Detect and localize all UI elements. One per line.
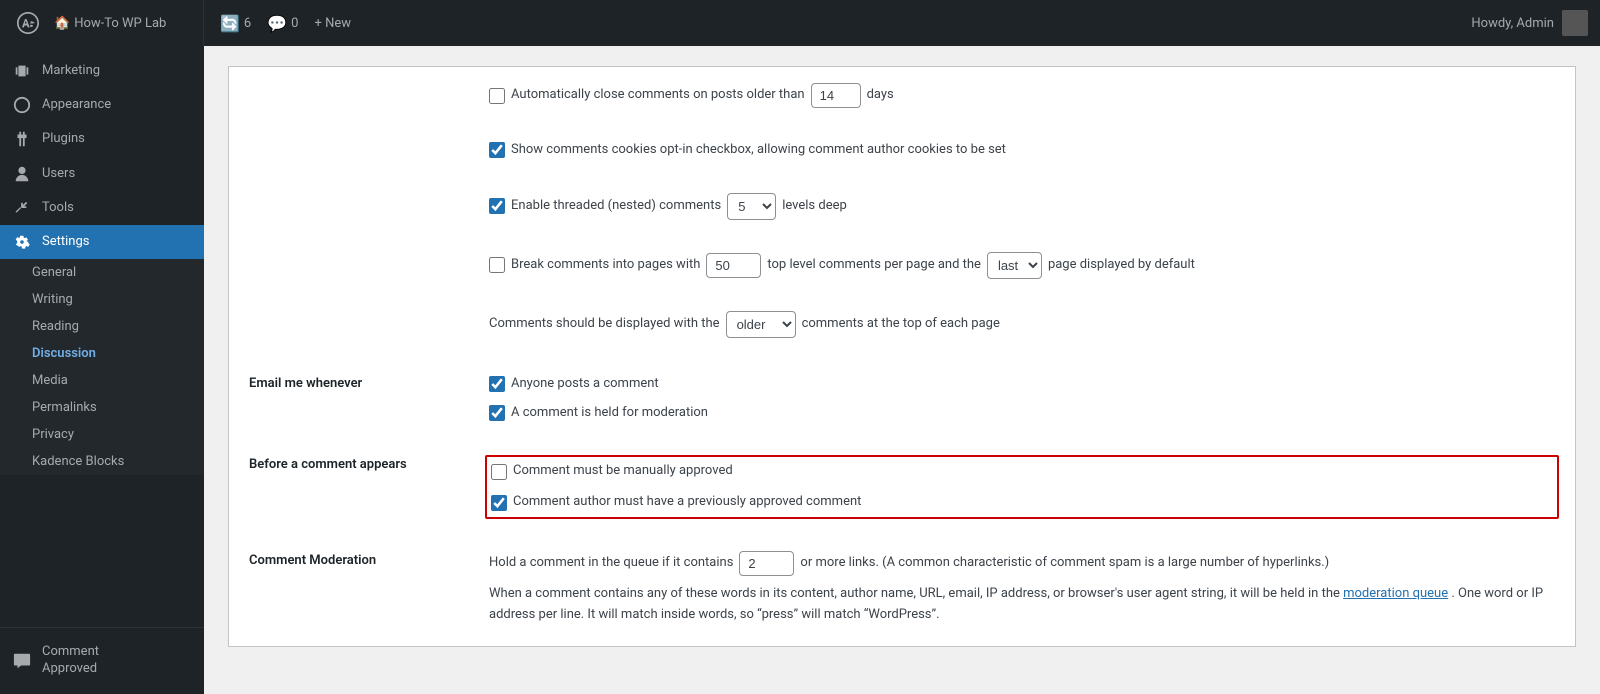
submenu-item-kadence-blocks[interactable]: Kadence Blocks xyxy=(0,448,204,475)
sidebar: Marketing Appearance Plugins Users xyxy=(0,46,204,694)
held-moderation-checkbox[interactable] xyxy=(489,405,505,421)
cookies-label xyxy=(249,140,469,142)
break-pages-content: Break comments into pages with top level… xyxy=(489,252,1555,279)
submenu-item-discussion[interactable]: Discussion xyxy=(0,340,204,367)
sidebar-item-settings[interactable]: Settings xyxy=(0,225,204,259)
before-comment-highlighted: Comment must be manually approved Commen… xyxy=(485,455,1559,519)
updates-icon: 🔄 xyxy=(220,14,240,33)
email-label: Email me whenever xyxy=(249,374,469,391)
admin-avatar[interactable] xyxy=(1562,10,1588,36)
cookies-row: Show comments cookies opt-in checkbox, a… xyxy=(228,124,1576,177)
tools-icon xyxy=(12,199,32,217)
moderation-row: Comment Moderation Hold a comment in the… xyxy=(228,531,1576,647)
submenu-item-media[interactable]: Media xyxy=(0,367,204,394)
break-pages-count-input[interactable] xyxy=(706,253,761,278)
break-pages-row: Break comments into pages with top level… xyxy=(228,236,1576,295)
cookies-content: Show comments cookies opt-in checkbox, a… xyxy=(489,140,1555,161)
sidebar-item-tools[interactable]: Tools xyxy=(0,191,204,225)
megaphone-icon xyxy=(12,62,32,80)
sidebar-item-plugins[interactable]: Plugins xyxy=(0,122,204,156)
auto-close-content: Automatically close comments on posts ol… xyxy=(489,83,1555,108)
settings-icon xyxy=(12,233,32,251)
before-comment-row: Before a comment appears Comment must be… xyxy=(228,443,1576,531)
comment-approved-icon xyxy=(12,652,32,670)
auto-close-row: Automatically close comments on posts ol… xyxy=(228,66,1576,124)
display-order-label xyxy=(249,311,469,313)
comments-link[interactable]: 💬 0 xyxy=(267,14,298,33)
submenu-item-reading[interactable]: Reading xyxy=(0,313,204,340)
submenu-item-permalinks[interactable]: Permalinks xyxy=(0,394,204,421)
site-name-link[interactable]: 🏠 How-To WP Lab xyxy=(54,16,166,31)
email-content: Anyone posts a comment A comment is held… xyxy=(489,374,1555,424)
threaded-content: Enable threaded (nested) comments 12345 … xyxy=(489,193,1555,220)
sidebar-item-users[interactable]: Users xyxy=(0,157,204,191)
previously-approved-checkbox[interactable] xyxy=(491,495,507,511)
submenu-item-privacy[interactable]: Privacy xyxy=(0,421,204,448)
main-content: Automatically close comments on posts ol… xyxy=(204,46,1600,694)
sidebar-item-comment-approved[interactable]: CommentApproved xyxy=(0,636,204,686)
auto-close-days-input[interactable] xyxy=(811,83,861,108)
moderation-queue-link[interactable]: moderation queue xyxy=(1343,586,1448,601)
break-pages-order-select[interactable]: firstlast xyxy=(987,252,1042,279)
admin-bar-right: Howdy, Admin xyxy=(1459,0,1600,46)
break-pages-checkbox[interactable] xyxy=(489,257,505,273)
email-row: Email me whenever Anyone posts a comment… xyxy=(228,354,1576,444)
plugins-icon xyxy=(12,130,32,148)
home-icon: 🏠 xyxy=(54,16,70,31)
howdy-text: Howdy, Admin xyxy=(1471,16,1554,31)
users-icon xyxy=(12,165,32,183)
comments-icon: 💬 xyxy=(267,14,287,33)
submenu-item-writing[interactable]: Writing xyxy=(0,286,204,313)
before-comment-content: Comment must be manually approved Commen… xyxy=(489,455,1555,519)
before-comment-label: Before a comment appears xyxy=(249,455,469,472)
threaded-depth-select[interactable]: 12345 678910 xyxy=(727,193,776,220)
threaded-row: Enable threaded (nested) comments 12345 … xyxy=(228,177,1576,236)
sidebar-nav: Marketing Appearance Plugins Users xyxy=(0,46,204,627)
auto-close-label xyxy=(249,83,469,85)
wp-logo[interactable] xyxy=(12,7,44,39)
threaded-label xyxy=(249,193,469,195)
sidebar-item-appearance[interactable]: Appearance xyxy=(0,88,204,122)
break-pages-label xyxy=(249,252,469,254)
cookies-checkbox[interactable] xyxy=(489,142,505,158)
admin-bar: 🏠 How-To WP Lab 🔄 6 💬 0 + New Howdy, Adm… xyxy=(0,0,1600,46)
new-content-link[interactable]: + New xyxy=(314,16,351,31)
sidebar-item-marketing[interactable]: Marketing xyxy=(0,54,204,88)
admin-bar-center: 🔄 6 💬 0 + New xyxy=(204,14,1600,33)
display-order-content: Comments should be displayed with the ne… xyxy=(489,311,1555,338)
submenu-item-general[interactable]: General xyxy=(0,259,204,286)
moderation-label: Comment Moderation xyxy=(249,551,469,568)
anyone-posts-checkbox[interactable] xyxy=(489,376,505,392)
appearance-icon xyxy=(12,96,32,114)
threaded-checkbox[interactable] xyxy=(489,198,505,214)
settings-submenu: General Writing Reading Discussion Media… xyxy=(0,259,204,475)
manually-approved-checkbox[interactable] xyxy=(491,464,507,480)
display-order-row: Comments should be displayed with the ne… xyxy=(228,295,1576,354)
moderation-content: Hold a comment in the queue if it contai… xyxy=(489,551,1555,626)
admin-bar-logo-section: 🏠 How-To WP Lab xyxy=(0,0,204,46)
display-order-select[interactable]: newerolder xyxy=(726,311,796,338)
updates-link[interactable]: 🔄 6 xyxy=(220,14,251,33)
auto-close-checkbox[interactable] xyxy=(489,88,505,104)
moderation-links-input[interactable] xyxy=(739,551,794,576)
